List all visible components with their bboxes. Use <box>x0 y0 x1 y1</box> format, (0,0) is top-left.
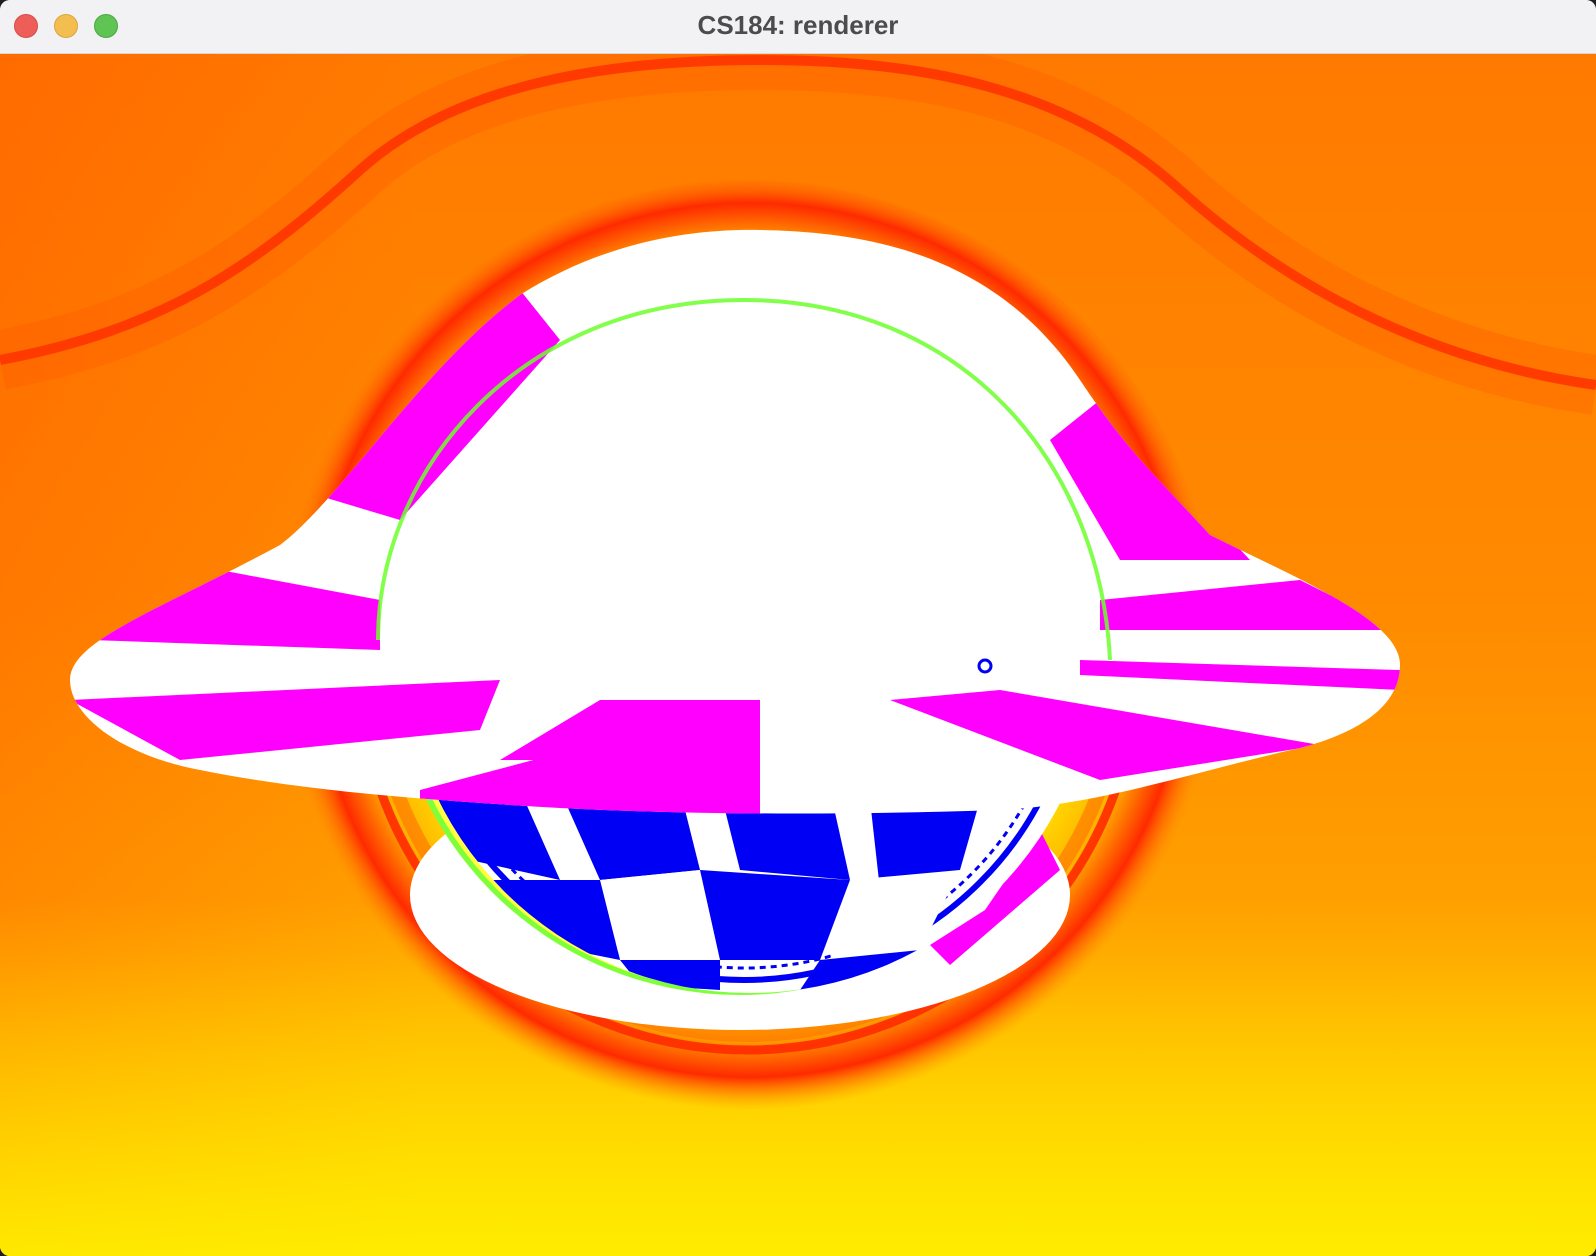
app-window: CS184: renderer <box>0 0 1596 1256</box>
render-viewport[interactable] <box>0 54 1596 1256</box>
render-canvas <box>0 54 1596 1256</box>
window-title: CS184: renderer <box>697 10 899 40</box>
title-bar[interactable]: CS184: renderer <box>0 0 1596 54</box>
pole-singularity <box>977 658 993 674</box>
